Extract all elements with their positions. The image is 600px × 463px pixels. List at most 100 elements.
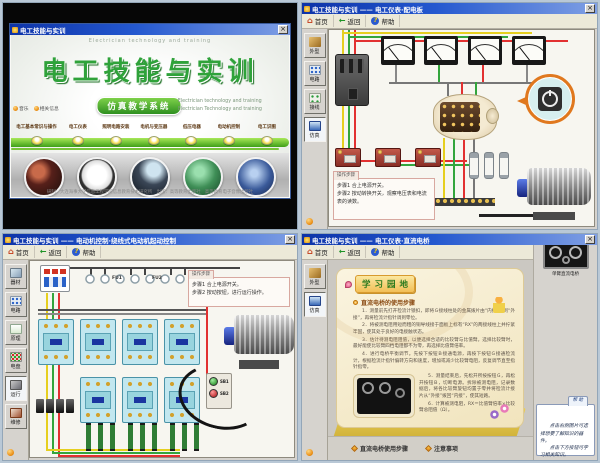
mode-principle[interactable]: 原理 bbox=[5, 320, 27, 345]
back-button[interactable]: ←返回 bbox=[336, 15, 367, 27]
music-link[interactable]: 音乐 bbox=[13, 105, 29, 112]
fuse[interactable] bbox=[469, 152, 479, 179]
menu-item-lighting[interactable]: 照明电路安装 bbox=[97, 123, 135, 149]
wire bbox=[443, 138, 445, 198]
music-icon[interactable] bbox=[306, 218, 313, 225]
info-link[interactable]: 相关信息 bbox=[34, 105, 59, 112]
contactor-plate bbox=[127, 391, 153, 409]
close-icon[interactable]: × bbox=[278, 25, 288, 34]
music-icon[interactable] bbox=[7, 449, 14, 456]
home-label: 首页 bbox=[315, 16, 328, 26]
home-label: 首页 bbox=[16, 247, 29, 257]
back-button[interactable]: ←返回 bbox=[336, 246, 367, 258]
help-icon: ? bbox=[371, 248, 379, 256]
menu-item-motor-control[interactable]: 电动机控制 bbox=[210, 123, 248, 149]
side-links: 音乐 相关信息 bbox=[13, 105, 59, 112]
terminal-strip bbox=[435, 198, 495, 206]
learning-step: 1．测量前先打开检流计锁扣，即将Ｇ接线柱处的金属拨片由“内接”拨到“外接”，再将… bbox=[353, 309, 515, 322]
mode-simulation[interactable]: 仿真 bbox=[304, 292, 326, 317]
motor-sim-titlebar: 电工技能与实训 —— 电动机控制·绕线式电动机起动控制 × bbox=[3, 234, 297, 245]
mode-label: 电盘 bbox=[10, 363, 20, 370]
wire bbox=[58, 293, 60, 455]
link-usage-steps[interactable]: 直流电桥使用步骤 bbox=[352, 444, 408, 453]
menu-label: 电工仪表 bbox=[61, 123, 95, 129]
terminal bbox=[56, 399, 64, 413]
mode-label: 外型 bbox=[309, 279, 319, 286]
mode-panel[interactable]: 电盘 bbox=[5, 348, 27, 373]
panel-icon bbox=[10, 352, 22, 362]
wire bbox=[395, 65, 397, 83]
home-button[interactable]: ⌂首页 bbox=[5, 246, 35, 258]
app-icon bbox=[304, 237, 310, 243]
knob-icon bbox=[395, 388, 405, 398]
menu-item-drawing-reading[interactable]: 电工识图 bbox=[248, 123, 286, 149]
close-icon[interactable]: × bbox=[285, 235, 295, 244]
transfer-switch-knob[interactable] bbox=[486, 108, 499, 124]
power-switch[interactable] bbox=[335, 54, 369, 106]
mode-simulation[interactable]: 仿真 bbox=[304, 117, 326, 142]
motor-base bbox=[533, 212, 574, 220]
mode-circuit[interactable]: 电路 bbox=[304, 61, 326, 86]
learning-step: 3．估计待测电阻阻值，以便选择合适的比较臂与比值臂。选择比较臂时，最好能使比较臂… bbox=[353, 338, 515, 351]
mode-appearance[interactable]: 外型 bbox=[304, 264, 326, 289]
fuse[interactable] bbox=[499, 152, 509, 179]
menu-item-basics[interactable]: 电工基本常识与操作 bbox=[14, 123, 59, 149]
help-icon: ? bbox=[72, 248, 80, 256]
help-text: 点击右侧图片可选择想要了解知识的器件。 点击下方按钮可学习相关知识。 bbox=[540, 424, 588, 458]
help-button[interactable]: ?帮助 bbox=[368, 246, 400, 258]
menu-item-lv-apparatus[interactable]: 低压电器 bbox=[173, 123, 211, 149]
menu-item-instruments[interactable]: 电工仪表 bbox=[59, 123, 97, 149]
splash-window: 电工技能与实训 × Electrician technology and tra… bbox=[9, 23, 291, 199]
rotary-knob-icon bbox=[538, 87, 562, 111]
menu-label: 电工基本常识与操作 bbox=[16, 123, 57, 129]
contactor bbox=[164, 319, 200, 365]
back-button[interactable]: ←返回 bbox=[37, 246, 68, 258]
link-precautions[interactable]: 注意事项 bbox=[426, 444, 458, 453]
mode-run[interactable]: 运行 bbox=[5, 376, 27, 401]
home-icon: ⌂ bbox=[307, 248, 313, 256]
panel-sim-titlebar: 电工技能与实训 —— 电工仪表·配电板 × bbox=[302, 3, 597, 14]
step-2: 步骤2 按动按钮，进行运行操作。 bbox=[192, 290, 286, 298]
help-button[interactable]: ?帮助 bbox=[368, 15, 400, 27]
transfer-switch[interactable] bbox=[433, 94, 497, 140]
fuse-label: FU2 bbox=[152, 276, 162, 281]
voltmeter-1 bbox=[468, 36, 502, 65]
learning-step: 5．测量结束后，先松开所按按钮Ｇ，再松开按钮Ｂ，切断电源。拆除被测电阻，记录数据… bbox=[419, 374, 515, 401]
contactor-plate bbox=[169, 333, 195, 351]
circuit-breaker[interactable] bbox=[40, 265, 70, 292]
wire bbox=[526, 65, 528, 83]
home-button[interactable]: ⌂首页 bbox=[304, 15, 334, 27]
help-button[interactable]: ?帮助 bbox=[69, 246, 101, 258]
mode-repair[interactable]: 维修 bbox=[5, 404, 27, 429]
mode-appearance[interactable]: 外型 bbox=[304, 33, 326, 58]
close-icon[interactable]: × bbox=[585, 4, 595, 13]
window-title: 电工技能与实训 bbox=[20, 25, 276, 35]
link-label: 直流电桥使用步骤 bbox=[360, 444, 408, 453]
bridge-photo bbox=[353, 374, 415, 418]
circuit-icon bbox=[10, 296, 22, 306]
wire bbox=[447, 82, 449, 96]
splash-body: Electrician technology and training 电工技能… bbox=[11, 35, 289, 197]
wire bbox=[342, 106, 344, 148]
window-title: 电工技能与实训 —— 电工仪表·配电板 bbox=[312, 4, 583, 14]
mode-wiring[interactable]: 接线 bbox=[304, 89, 326, 114]
panel-board-sim-screenshot: 电工技能与实训 —— 电工仪表·配电板 × ⌂首页 ←返回 ?帮助 外型 电路 … bbox=[301, 2, 598, 230]
simulation-icon bbox=[309, 121, 321, 131]
music-icon[interactable] bbox=[306, 449, 313, 456]
step-2: 步骤2 按动转换开关，观察电压表和电流表的读数。 bbox=[337, 191, 431, 207]
mode-equipment[interactable]: 器材 bbox=[5, 264, 27, 289]
mode-sidebar: 外型 电路 接线 仿真 bbox=[302, 29, 328, 229]
home-button[interactable]: ⌂首页 bbox=[304, 246, 334, 258]
splash-titlebar: 电工技能与实训 × bbox=[10, 24, 290, 35]
meter-face bbox=[384, 39, 412, 60]
resistor-group bbox=[128, 425, 158, 449]
close-icon[interactable]: × bbox=[585, 235, 595, 244]
menu-label: 电动机控制 bbox=[212, 123, 246, 129]
steps-tab: 操作步骤 bbox=[333, 171, 359, 180]
mode-circuit[interactable]: 电路 bbox=[5, 292, 27, 317]
menu-item-motors-transformers[interactable]: 电机与变压器 bbox=[135, 123, 173, 149]
menu-oval-button bbox=[148, 136, 160, 145]
music-label: 音乐 bbox=[19, 105, 29, 112]
fuse[interactable] bbox=[484, 152, 494, 179]
operation-steps-box: 操作步骤 步骤1 合上电源开关。 步骤2 按动按钮，进行运行操作。 bbox=[188, 277, 290, 307]
